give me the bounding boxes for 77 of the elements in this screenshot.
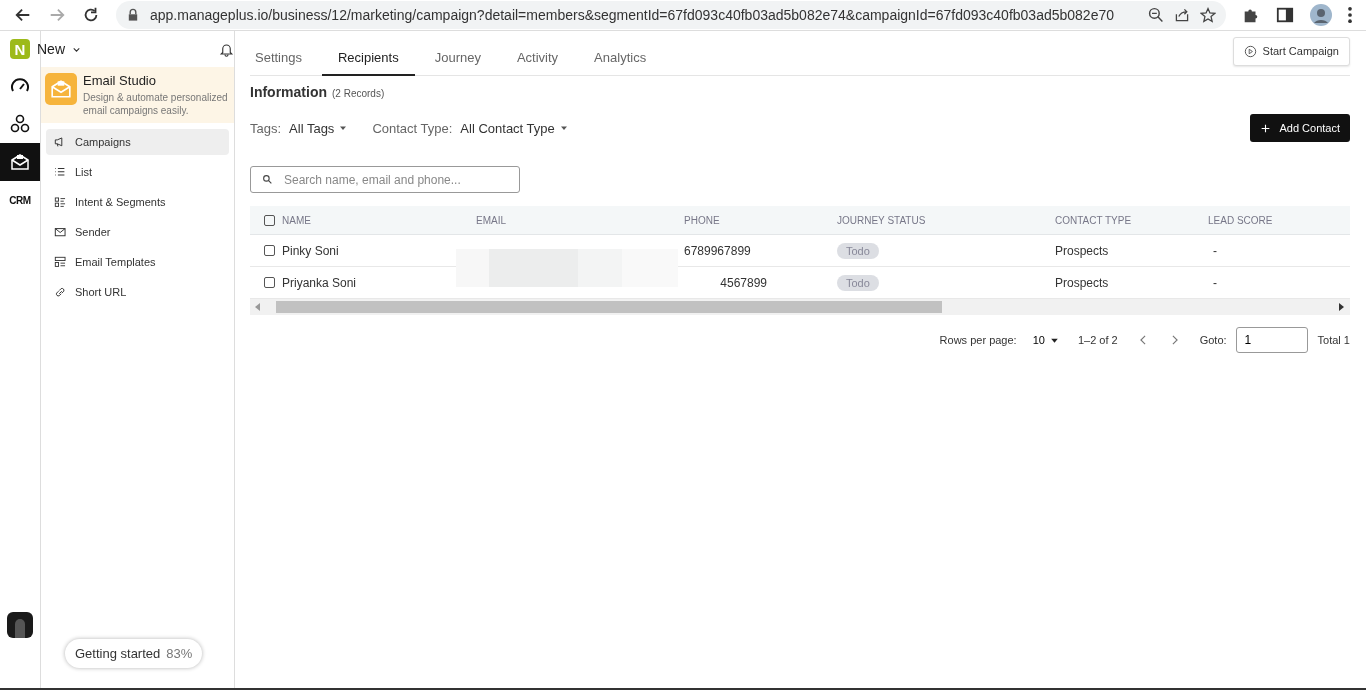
rows-per-page-label: Rows per page: <box>939 334 1017 346</box>
column-header: PHONE <box>684 214 720 226</box>
avatar-icon <box>1310 4 1332 26</box>
filter-dropdown[interactable]: All Tags <box>289 120 349 136</box>
app-logo: N <box>10 39 30 59</box>
segments-icon <box>54 195 67 209</box>
search-field[interactable]: Search name, email and phone... <box>250 166 520 193</box>
tab[interactable]: Analytics <box>578 50 663 76</box>
network-icon <box>10 114 30 134</box>
getting-started-button[interactable]: Getting started 83% <box>65 639 203 668</box>
tab[interactable]: Journey <box>418 50 497 76</box>
column-header: CONTACT TYPE <box>1055 214 1132 226</box>
tab[interactable]: Settings <box>250 50 318 76</box>
menu-item[interactable]: Intent & Segments <box>46 189 229 215</box>
goto-field[interactable]: 1 <box>1235 327 1308 353</box>
table-cell: 6789967899 <box>684 243 751 258</box>
menu-item[interactable]: Short URL <box>46 279 229 305</box>
column-header: EMAIL <box>476 214 506 226</box>
lock-icon <box>126 8 140 22</box>
select-all-checkbox[interactable] <box>264 214 275 226</box>
plus-icon <box>1260 122 1272 134</box>
table-cell: Priyanka Soni <box>282 275 357 290</box>
status-tag: Todo <box>837 242 879 259</box>
crm-link[interactable]: CRM <box>0 181 40 219</box>
table-cell: - <box>1213 275 1217 290</box>
goto-label: Goto: <box>1199 334 1227 346</box>
add-contact-button[interactable]: Add Contact <box>1250 114 1350 142</box>
reload-icon <box>82 6 100 24</box>
table-cell: - <box>1213 243 1217 258</box>
studio-title: Email Studio <box>83 73 157 88</box>
column-header: JOURNEY STATUS <box>837 214 926 226</box>
column-header: NAME <box>282 214 311 226</box>
status-tag: Todo <box>837 274 879 291</box>
table-cell: 4567899 <box>720 275 767 290</box>
menu-item[interactable]: Campaigns <box>46 129 229 155</box>
table-cell: Prospects <box>1055 275 1109 290</box>
scroll-right-icon[interactable] <box>1339 303 1344 311</box>
templates-icon <box>54 255 67 269</box>
back-icon <box>14 6 32 24</box>
menu-item[interactable]: Email Templates <box>46 249 229 275</box>
table-cell: Prospects <box>1055 243 1109 258</box>
workspace-switcher[interactable]: New <box>37 41 65 57</box>
address-bar[interactable]: app.manageplus.io/business/12/marketing/campaign?detail=members&segmentId=67fd093c40fb03ad5b082e74&campaignId=67fd093c40fb03ad5b082e70 <box>116 1 1226 29</box>
row-checkbox[interactable] <box>264 245 275 256</box>
star-icon <box>1200 7 1216 23</box>
total-label: Total 1 <box>1317 334 1350 346</box>
bell-icon <box>219 41 234 57</box>
menu-item[interactable]: List <box>46 159 229 185</box>
zoom-out-icon <box>1148 7 1164 23</box>
filter-label: Contact Type: <box>372 120 453 136</box>
start-campaign-button[interactable]: Start Campaign <box>1232 36 1350 66</box>
filter-label: Tags: <box>250 120 282 136</box>
section-title: Information <box>250 84 327 100</box>
link-icon <box>54 285 67 299</box>
filter-dropdown[interactable]: All Contact Type <box>460 120 569 136</box>
rail-item[interactable] <box>0 143 40 181</box>
column-header: LEAD SCORE <box>1208 214 1273 226</box>
more-icon <box>1348 7 1352 23</box>
table-cell: Pinky Soni <box>282 243 339 258</box>
list-icon <box>54 165 67 179</box>
record-count: (2 Records) <box>332 88 385 99</box>
envelope-icon <box>45 73 77 105</box>
horizontal-scrollbar[interactable] <box>250 299 1350 315</box>
tab[interactable]: Recipients <box>322 50 415 76</box>
user-avatar <box>7 612 33 638</box>
row-checkbox[interactable] <box>264 277 275 288</box>
sender-icon <box>54 225 67 239</box>
side-panel-icon <box>1276 6 1294 24</box>
menu-item[interactable]: Sender <box>46 219 229 245</box>
play-icon <box>1243 44 1257 58</box>
forward-icon <box>48 6 66 24</box>
page-range: 1–2 of 2 <box>1077 334 1118 346</box>
rows-per-page-dropdown[interactable]: 10 <box>1032 334 1060 346</box>
studio-description: Design & automate personalized email campaigns easily. <box>83 91 229 117</box>
mail-icon <box>10 152 30 172</box>
share-icon <box>1174 7 1190 23</box>
tab[interactable]: Activity <box>500 50 575 76</box>
